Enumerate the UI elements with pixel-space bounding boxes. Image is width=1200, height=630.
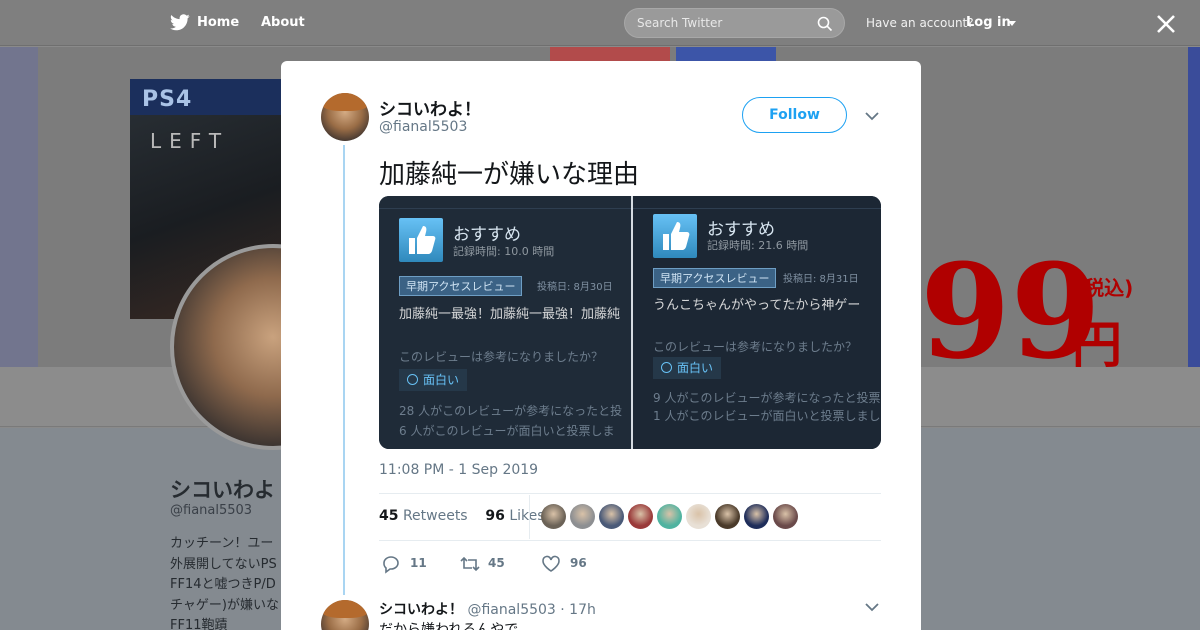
tweet-stats: 45 Retweets 96 Likes	[379, 508, 545, 524]
chevron-down-icon[interactable]	[1008, 21, 1016, 26]
likes-label[interactable]: Likes	[509, 508, 544, 524]
profile-name: シコいわよ	[170, 478, 275, 502]
review-text: 加藤純一最強！加藤純一最強！加藤純	[399, 307, 621, 322]
heart-icon	[542, 555, 560, 572]
reply-icon	[383, 556, 399, 574]
nav-home-link[interactable]: Home	[197, 15, 239, 30]
thumbs-up-icon	[653, 214, 697, 258]
reply-author-name[interactable]: シコいわよ！	[379, 602, 463, 618]
review-text: うんこちゃんがやってたから神ゲー	[653, 298, 861, 313]
login-link[interactable]: Log in	[966, 15, 1011, 30]
banner-ps4-label: PS4	[142, 87, 193, 112]
retweets-label[interactable]: Retweets	[403, 508, 468, 524]
banner-tax-note: (税込)	[1075, 276, 1134, 300]
review-screenshot-right: おすすめ 記録時間: 21.6 時間 早期アクセスレビュー 投稿日: 8月31日…	[633, 196, 881, 449]
early-access-badge: 早期アクセスレビュー	[399, 276, 523, 296]
funny-button: 面白い	[399, 369, 468, 391]
pane-divider-line	[633, 208, 881, 209]
avatar-hair	[321, 93, 369, 112]
liker-avatar[interactable]	[715, 504, 740, 529]
banner-right-edge	[1188, 47, 1200, 367]
stats-divider	[529, 495, 530, 539]
like-action-count: 96	[570, 556, 587, 570]
profile-bio-line: FF14と嘘つきP/D	[170, 577, 276, 592]
funny-count: 1 人がこのレビューが面白いと投票しまし	[653, 409, 881, 423]
helpful-count: 28 人がこのレビューが参考になったと投	[399, 404, 623, 418]
profile-bio: カッチーン！ユー 外展開してないPS FF14と嘘つきP/D チャゲー)が嫌いな…	[170, 534, 290, 630]
reply-text: だから嫌われるんやで	[379, 622, 519, 630]
funny-count: 6 人がこのレビューが面白いと投票しま	[399, 424, 615, 438]
liker-avatar[interactable]	[657, 504, 682, 529]
liker-avatar[interactable]	[541, 504, 566, 529]
divider	[379, 540, 881, 541]
profile-handle: @fianal5503	[170, 503, 253, 518]
retweet-icon	[460, 556, 480, 572]
nav-about-link[interactable]: About	[261, 15, 305, 30]
helpful-question: このレビューは参考になりましたか？	[399, 350, 604, 364]
reply-header: シコいわよ！ @fianal5503 · 17h	[379, 599, 596, 619]
liker-avatar[interactable]	[599, 504, 624, 529]
retweet-count[interactable]: 45	[379, 508, 398, 524]
funny-label: 面白い	[423, 373, 460, 387]
chevron-down-icon[interactable]	[865, 111, 879, 121]
recommended-label: おすすめ	[453, 225, 521, 245]
divider	[379, 493, 881, 494]
tweet-author-handle[interactable]: @fianal5503	[379, 119, 467, 135]
liker-avatar[interactable]	[686, 504, 711, 529]
avatar-hair	[321, 600, 369, 619]
search-icon[interactable]	[817, 16, 833, 32]
profile-bio-line: FF11鞄蹟	[170, 618, 228, 630]
close-icon[interactable]	[1155, 13, 1177, 35]
thread-connector	[343, 145, 345, 595]
account-prompt: Have an account?	[866, 16, 974, 30]
follow-button[interactable]: Follow	[742, 97, 847, 133]
pane-divider-line	[379, 208, 631, 209]
post-date: 投稿日: 8月31日	[783, 274, 859, 285]
reply-meta[interactable]: @fianal5503 · 17h	[467, 602, 595, 618]
post-date: 投稿日: 8月30日	[537, 282, 613, 293]
early-access-badge: 早期アクセスレビュー	[653, 268, 777, 288]
funny-button: 面白い	[653, 357, 722, 379]
smile-icon	[407, 374, 418, 385]
top-navigation: Home About Have an account? Log in	[0, 0, 1200, 46]
avatar[interactable]	[321, 600, 369, 630]
hours-played: 記録時間: 21.6 時間	[707, 239, 809, 252]
helpful-question: このレビューは参考になりましたか？	[653, 340, 858, 354]
review-screenshot-left: おすすめ 記録時間: 10.0 時間 早期アクセスレビュー 投稿日: 8月30日…	[379, 196, 631, 449]
avatar[interactable]	[321, 93, 369, 141]
tweet-media[interactable]: おすすめ 記録時間: 10.0 時間 早期アクセスレビュー 投稿日: 8月30日…	[379, 196, 881, 449]
tweet-modal: シコいわよ！ @fianal5503 Follow 加藤純一が嫌いな理由 おすす…	[281, 61, 921, 630]
banner-currency: 円	[1072, 316, 1122, 367]
retweet-action-count: 45	[488, 556, 505, 570]
smile-icon	[661, 362, 672, 373]
search-box	[624, 8, 845, 38]
like-count[interactable]: 96	[485, 508, 504, 524]
chevron-down-icon[interactable]	[865, 602, 879, 612]
tweet-timestamp[interactable]: 11:08 PM - 1 Sep 2019	[379, 462, 538, 478]
tweet-author-name[interactable]: シコいわよ！	[379, 95, 481, 120]
liker-avatar[interactable]	[744, 504, 769, 529]
thumbs-up-icon	[399, 218, 443, 262]
profile-bio-line: カッチーン！ユー	[170, 536, 274, 551]
funny-label: 面白い	[677, 361, 714, 375]
helpful-count: 9 人がこのレビューが参考になったと投票	[653, 391, 881, 405]
profile-bio-line: チャゲー)が嫌いな	[170, 597, 279, 613]
hours-played: 記録時間: 10.0 時間	[453, 245, 555, 258]
liker-avatar[interactable]	[570, 504, 595, 529]
liker-avatar[interactable]	[773, 504, 798, 529]
liker-avatar[interactable]	[628, 504, 653, 529]
twitter-bird-icon[interactable]	[170, 14, 190, 31]
banner-left-text: LEFT	[150, 129, 230, 153]
tweet-text: 加藤純一が嫌いな理由	[379, 160, 640, 190]
reply-count: 11	[410, 556, 427, 570]
search-input[interactable]	[625, 9, 805, 37]
profile-bio-line: 外展開してないPS	[170, 556, 277, 572]
